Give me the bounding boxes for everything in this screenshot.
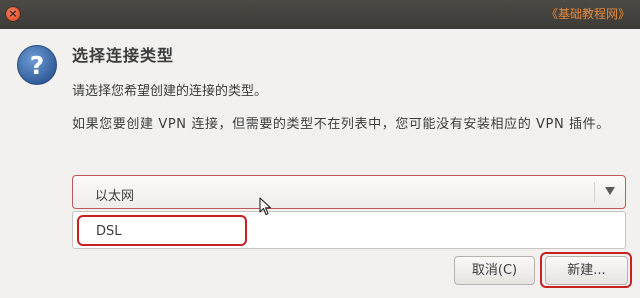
mouse-pointer-icon — [259, 197, 272, 216]
dropdown-item-dsl[interactable]: DSL — [77, 215, 247, 246]
svg-text:?: ? — [30, 51, 45, 80]
cancel-button[interactable]: 取消(C) — [454, 256, 535, 285]
new-button[interactable]: 新建... — [545, 256, 628, 285]
dialog-vpn-note: 如果您要创建 VPN 连接，但需要的类型不在列表中，您可能没有安装相应的 VPN… — [72, 117, 610, 132]
chevron-down-icon[interactable] — [605, 187, 615, 195]
connection-type-combo[interactable]: 以太网 — [72, 175, 626, 209]
connection-type-dropdown: DSL — [72, 211, 626, 249]
question-icon: ? — [17, 45, 57, 85]
combo-separator — [594, 182, 595, 203]
dropdown-item-label: DSL — [96, 224, 122, 239]
watermark-text: 《基础教程网》 — [545, 7, 630, 21]
combo-selected-value: 以太网 — [95, 189, 135, 204]
new-connection-dialog: × 《基础教程网》 ? 选择连接类型 请选择您希望创建的连接的类型。 如果您要创… — [0, 0, 640, 298]
dialog-heading: 选择连接类型 — [72, 46, 175, 65]
close-button[interactable]: × — [5, 6, 21, 22]
dialog-subtext: 请选择您希望创建的连接的类型。 — [72, 84, 268, 99]
titlebar: × 《基础教程网》 — [0, 0, 640, 29]
